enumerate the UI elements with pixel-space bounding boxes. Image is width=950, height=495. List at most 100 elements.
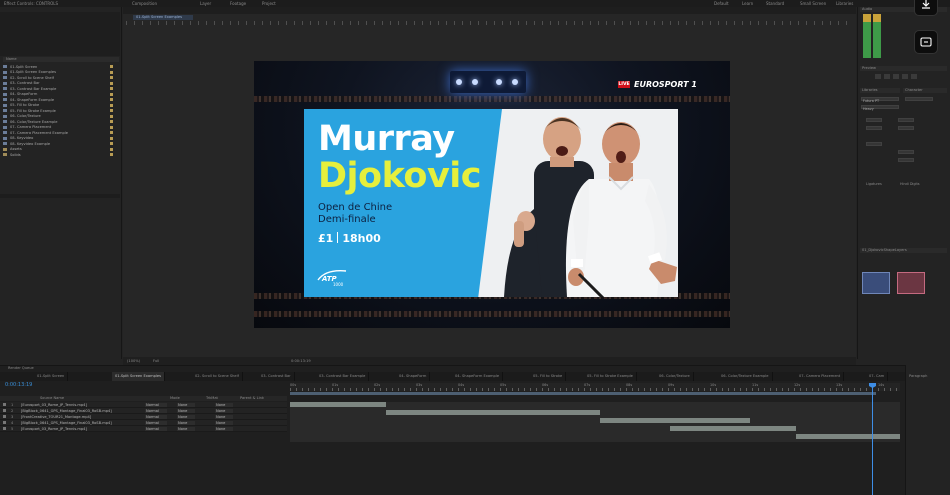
layer-name[interactable]: [BigBlock_0641_GPS_Montage_Final03_RoSB.…: [21, 409, 145, 413]
font-family-dropdown[interactable]: Futura PT: [861, 97, 899, 103]
label-color-swatch[interactable]: [110, 153, 113, 157]
next-frame-button[interactable]: [902, 74, 908, 79]
label-color-swatch[interactable]: [110, 142, 113, 146]
parent-dropdown[interactable]: None: [215, 402, 233, 407]
layer-name[interactable]: [FrontCreative_TOUR21_Montage.mp4]: [21, 415, 145, 419]
label-color-swatch[interactable]: [110, 92, 113, 96]
preview-panel-header[interactable]: Preview: [860, 66, 947, 71]
visibility-eye-icon[interactable]: [3, 409, 6, 412]
layer-name[interactable]: [BigBlock_0641_GPS_Montage_Final03_RoSB.…: [21, 421, 145, 425]
essential-graphics-header[interactable]: 01_DjokovicShapeLayers: [860, 248, 947, 253]
timeline-tab[interactable]: 07- Cam: [866, 372, 889, 381]
timeline-tab[interactable]: 04- ShapeForm: [396, 372, 431, 381]
play-button[interactable]: [893, 74, 899, 79]
label-color-swatch[interactable]: [110, 65, 113, 69]
timeline-tab[interactable]: 06- Color/Texture Example: [718, 372, 773, 381]
viewer-timecode[interactable]: 0:00:13:19: [291, 359, 311, 363]
current-time-indicator[interactable]: [872, 383, 873, 495]
project-item[interactable]: Solids: [3, 152, 119, 158]
visibility-eye-icon[interactable]: [3, 421, 6, 424]
render-queue-tab[interactable]: Render Queue: [8, 366, 34, 370]
layer-row[interactable]: 5 [Eurosport_03_Rome_JP_Tennis.mp4] Normal…: [0, 426, 287, 432]
workspace-standard[interactable]: Standard: [766, 1, 784, 6]
parent-column[interactable]: Parent & Link: [240, 396, 264, 400]
label-color-swatch[interactable]: [110, 70, 113, 74]
layer-bar[interactable]: [386, 410, 600, 415]
trkmat-column[interactable]: TrkMat: [206, 396, 218, 400]
tracking-field[interactable]: [898, 126, 914, 130]
workspace-libraries[interactable]: Libraries: [836, 1, 853, 6]
tab-composition[interactable]: Composition: [132, 1, 157, 6]
label-color-swatch[interactable]: [110, 98, 113, 102]
timeline-tab[interactable]: 01-Split Screen Examples: [112, 372, 165, 381]
blend-mode-dropdown[interactable]: Normal: [145, 414, 167, 419]
vertical-scale-field[interactable]: [898, 150, 914, 154]
timeline-tab[interactable]: 03- Contrast Bar: [258, 372, 295, 381]
layer-bar[interactable]: [796, 434, 900, 439]
trkmat-dropdown[interactable]: None: [177, 420, 195, 425]
first-frame-button[interactable]: [875, 74, 881, 79]
timeline-tab[interactable]: 05- Fill to Stroke: [530, 372, 567, 381]
timeline-tab[interactable]: 02- Scroll to Scene Shelf: [192, 372, 243, 381]
prev-frame-button[interactable]: [884, 74, 890, 79]
parent-dropdown[interactable]: None: [215, 426, 233, 431]
parent-dropdown[interactable]: None: [215, 420, 233, 425]
picture-in-picture-icon[interactable]: [914, 30, 938, 54]
layer-name[interactable]: [Eurosport_03_Rome_JP_Tennis.mp4]: [21, 427, 145, 431]
trkmat-dropdown[interactable]: None: [177, 426, 195, 431]
workspace-learn[interactable]: Learn: [742, 1, 753, 6]
layer-name[interactable]: [Eurosport_03_Rome_JP_Tennis.mp4]: [21, 403, 145, 407]
blend-mode-dropdown[interactable]: Normal: [145, 408, 167, 413]
label-color-swatch[interactable]: [110, 147, 113, 151]
parent-dropdown[interactable]: None: [215, 414, 233, 419]
label-color-swatch[interactable]: [110, 114, 113, 118]
label-color-swatch[interactable]: [110, 136, 113, 140]
trkmat-dropdown[interactable]: None: [177, 408, 195, 413]
timeline-tab[interactable]: 03- Contrast Bar Example: [316, 372, 370, 381]
character-panel-header[interactable]: Character: [903, 88, 947, 93]
color-swatch-red[interactable]: [897, 272, 925, 294]
blend-mode-dropdown[interactable]: Normal: [145, 426, 167, 431]
download-icon[interactable]: [914, 0, 938, 16]
current-time-display[interactable]: 0:00:13:19: [5, 382, 32, 388]
leading-field[interactable]: [898, 118, 914, 122]
paragraph-panel-header[interactable]: Paragraph: [909, 374, 927, 378]
parent-dropdown[interactable]: None: [215, 408, 233, 413]
kerning-field[interactable]: [866, 126, 882, 130]
last-frame-button[interactable]: [911, 74, 917, 79]
resolution-dropdown[interactable]: Full: [153, 359, 159, 363]
comp-breadcrumb[interactable]: 01-Split Screen Examples: [133, 15, 193, 20]
timeline-tab[interactable]: 05- Fill to Stroke Example: [584, 372, 637, 381]
ligatures-checkbox[interactable]: Ligatures: [866, 182, 882, 186]
label-color-swatch[interactable]: [110, 125, 113, 129]
timeline-tab[interactable]: 07- Camera Placement: [796, 372, 845, 381]
visibility-eye-icon[interactable]: [3, 415, 6, 418]
tab-project[interactable]: Project: [262, 1, 276, 6]
label-color-swatch[interactable]: [110, 109, 113, 113]
tab-footage[interactable]: Footage: [230, 1, 246, 6]
hindi-digits-checkbox[interactable]: Hindi Digits: [900, 182, 920, 186]
font-size-field[interactable]: [866, 118, 882, 122]
visibility-eye-icon[interactable]: [3, 427, 6, 430]
label-color-swatch[interactable]: [110, 103, 113, 107]
libraries-panel-header[interactable]: Libraries: [860, 88, 900, 93]
source-name-column[interactable]: Source Name: [40, 396, 64, 400]
label-color-swatch[interactable]: [110, 120, 113, 124]
label-color-swatch[interactable]: [110, 81, 113, 85]
label-color-swatch[interactable]: [110, 131, 113, 135]
blend-mode-dropdown[interactable]: Normal: [145, 420, 167, 425]
fill-color-swatch[interactable]: [905, 97, 933, 101]
timeline-tab[interactable]: 04- ShapeForm Example: [452, 372, 504, 381]
blend-mode-dropdown[interactable]: Normal: [145, 402, 167, 407]
label-color-swatch[interactable]: [110, 87, 113, 91]
font-style-dropdown[interactable]: Heavy: [861, 105, 899, 111]
mode-column[interactable]: Mode: [170, 396, 180, 400]
timeline-tab[interactable]: 06- Color/Texture: [656, 372, 694, 381]
stroke-width-field[interactable]: [866, 142, 882, 146]
trkmat-dropdown[interactable]: None: [177, 402, 195, 407]
workspace-default[interactable]: Default: [714, 1, 729, 6]
visibility-eye-icon[interactable]: [3, 403, 6, 406]
project-column-header[interactable]: Name: [3, 57, 119, 62]
layer-bar[interactable]: [290, 402, 386, 407]
trkmat-dropdown[interactable]: None: [177, 414, 195, 419]
